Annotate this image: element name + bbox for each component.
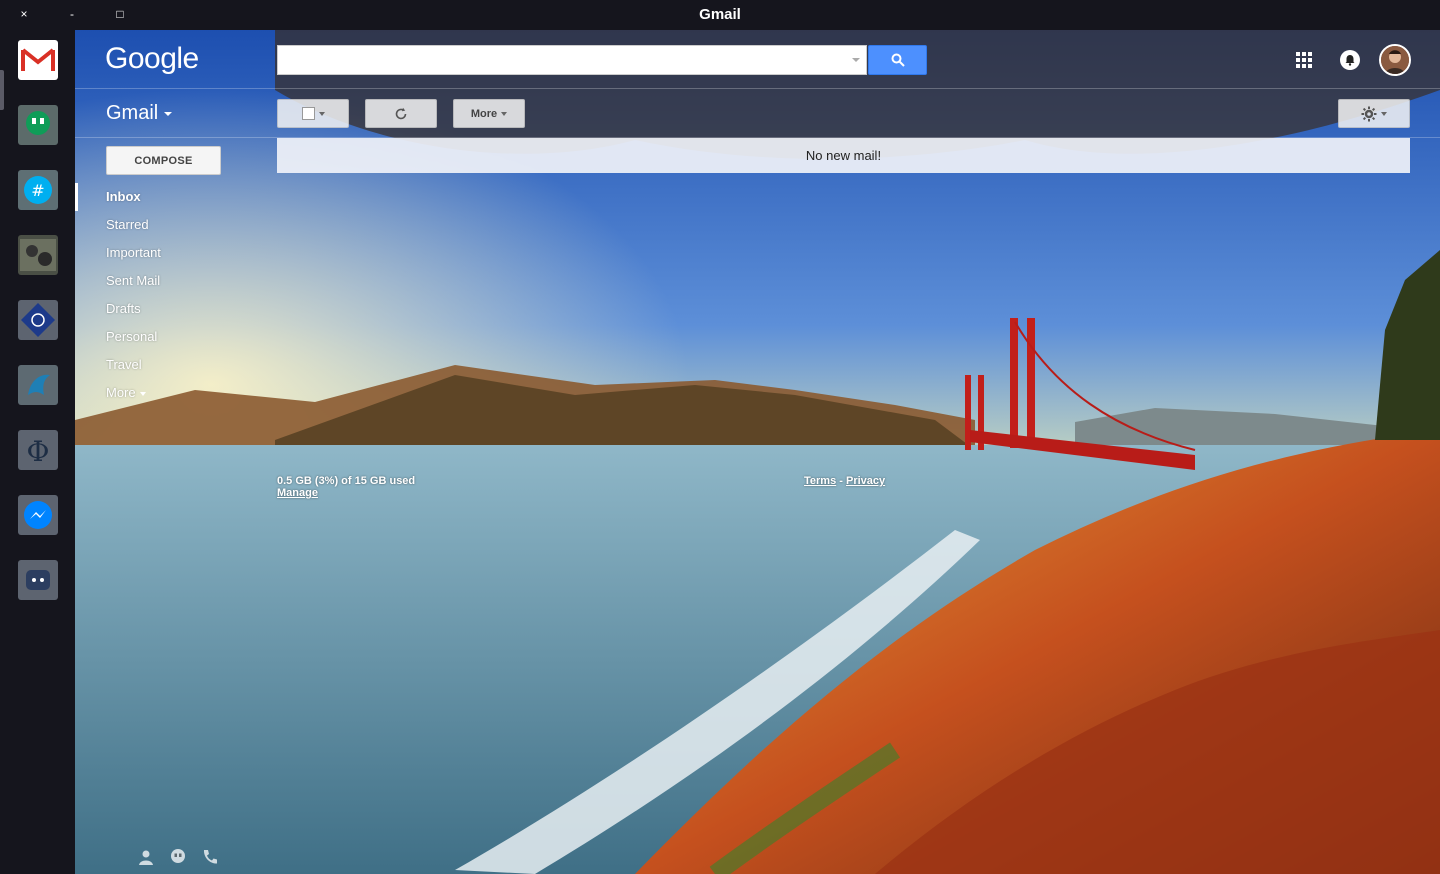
search-button[interactable] xyxy=(868,45,927,75)
hangouts-app-icon[interactable] xyxy=(18,105,58,145)
footer-separator: - xyxy=(836,475,846,487)
search-input-field[interactable] xyxy=(278,46,838,72)
search-input[interactable] xyxy=(277,45,867,75)
groupme-app-icon[interactable]: # xyxy=(18,170,58,210)
nav-item-important[interactable]: Important xyxy=(75,239,275,267)
search-icon xyxy=(891,53,905,67)
storage-quota: 0.5 GB (3%) of 15 GB used Manage xyxy=(277,475,415,499)
contacts-icon[interactable] xyxy=(137,848,155,866)
checkbox-icon[interactable] xyxy=(301,107,315,120)
discord-app-icon[interactable] xyxy=(18,560,58,600)
window-title: Gmail xyxy=(699,6,741,23)
nav-item-travel[interactable]: Travel xyxy=(75,351,275,379)
footer-links: Terms - Privacy xyxy=(804,475,885,487)
compose-button[interactable]: COMPOSE xyxy=(106,146,221,175)
active-app-indicator xyxy=(0,70,4,110)
nav-item-drafts[interactable]: Drafts xyxy=(75,295,275,323)
privacy-link[interactable]: Privacy xyxy=(846,475,885,487)
svg-text:#: # xyxy=(31,181,44,200)
nav-item-inbox[interactable]: Inbox xyxy=(75,183,275,211)
nav-item-starred[interactable]: Starred xyxy=(75,211,275,239)
nav-item-more[interactable]: More xyxy=(75,379,275,407)
nav-more-label: More xyxy=(106,385,136,400)
chevron-down-icon xyxy=(139,391,146,396)
hangouts-icon[interactable] xyxy=(169,848,187,866)
gmail-app-icon[interactable] xyxy=(18,40,58,80)
chevron-down-icon xyxy=(164,111,173,116)
chevron-down-icon xyxy=(318,111,325,116)
photo-app-icon[interactable] xyxy=(18,235,58,275)
gmail-switcher[interactable]: Gmail xyxy=(106,102,173,125)
app-dock: # Φ xyxy=(0,30,75,874)
header-divider xyxy=(75,88,1440,89)
dolphin-app-icon[interactable] xyxy=(18,365,58,405)
more-actions-label: More xyxy=(470,107,498,120)
apps-grid-icon[interactable] xyxy=(1296,52,1312,68)
diamond-app-icon[interactable] xyxy=(18,300,58,340)
select-checkbox-button[interactable] xyxy=(277,99,349,128)
nav-item-personal[interactable]: Personal xyxy=(75,323,275,351)
search-options-chevron-icon[interactable] xyxy=(852,58,860,62)
account-avatar[interactable] xyxy=(1379,44,1411,76)
google-logo[interactable]: Google xyxy=(105,42,199,76)
manage-storage-link[interactable]: Manage xyxy=(277,487,415,499)
chevron-down-icon xyxy=(501,111,508,116)
phone-icon[interactable] xyxy=(201,848,219,866)
gmail-switcher-label: Gmail xyxy=(106,102,159,124)
gear-icon xyxy=(1361,106,1377,121)
empty-inbox-message: No new mail! xyxy=(277,138,1410,173)
refresh-button[interactable] xyxy=(365,99,437,128)
hangouts-bar xyxy=(137,848,219,866)
notifications-bell-icon[interactable] xyxy=(1340,50,1360,70)
gmail-main: Google Gmail More COMPOSE Inbox Starred … xyxy=(75,30,1440,874)
storage-quota-text: 0.5 GB (3%) of 15 GB used xyxy=(277,475,416,487)
window-titlebar: × - □ Gmail xyxy=(0,0,1440,30)
terms-link[interactable]: Terms xyxy=(804,475,836,487)
nav-item-sent-mail[interactable]: Sent Mail xyxy=(75,267,275,295)
messenger-app-icon[interactable] xyxy=(18,495,58,535)
label-navigation: Inbox Starred Important Sent Mail Drafts… xyxy=(75,183,275,407)
svg-text:Φ: Φ xyxy=(27,435,50,468)
chevron-down-icon xyxy=(1381,111,1387,116)
more-actions-button[interactable]: More xyxy=(453,99,525,128)
refresh-icon xyxy=(395,107,407,119)
settings-button[interactable] xyxy=(1338,99,1410,128)
phi-app-icon[interactable]: Φ xyxy=(18,430,58,470)
